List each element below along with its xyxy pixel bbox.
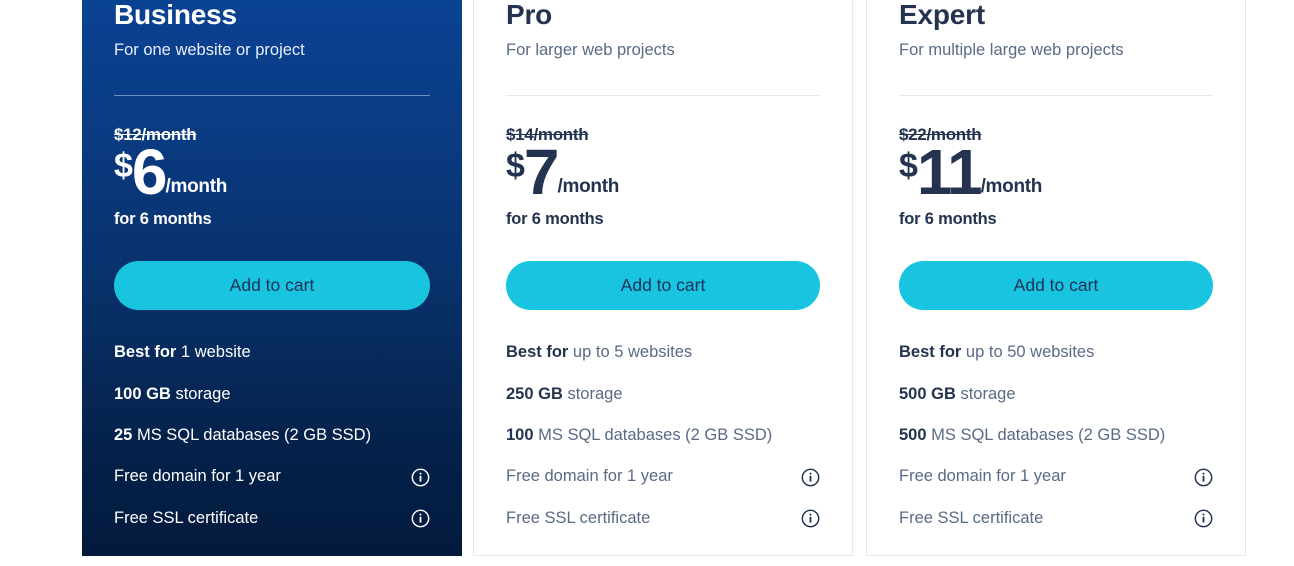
info-circle-icon[interactable] <box>411 468 430 487</box>
price-block: $22/month $ 11 /month for 6 months <box>899 126 1213 229</box>
feature-description: 1 website <box>176 343 251 362</box>
feature-item: Free domain for 1 year <box>114 456 430 497</box>
feature-highlight: Best for <box>114 343 177 362</box>
plan-subtitle: For larger web projects <box>506 40 675 59</box>
feature-item: Free SSL certificate <box>899 498 1213 539</box>
price-current: $ 11 /month <box>899 136 1213 209</box>
price-period: /month <box>165 176 228 198</box>
info-circle-icon[interactable] <box>411 509 430 528</box>
feature-list: Best for 1 website 100 GB storage 25 MS SQ… <box>114 332 430 539</box>
feature-highlight: Best for <box>506 343 569 362</box>
price-currency: $ <box>114 147 133 186</box>
feature-description: up to 5 websites <box>568 343 693 362</box>
info-circle-icon[interactable] <box>801 468 820 487</box>
price-term: for 6 months <box>899 210 997 229</box>
feature-item: Free domain for 1 year <box>899 456 1213 497</box>
price-current: $ 7 /month <box>506 136 820 209</box>
feature-item: Best for up to 5 websites <box>506 332 820 373</box>
feature-highlight: 100 GB <box>114 384 171 403</box>
card-divider <box>899 95 1213 97</box>
price-amount: 11 <box>916 136 983 209</box>
feature-label: 25 MS SQL databases (2 GB SSD) <box>114 425 371 446</box>
feature-description: Free domain for 1 year <box>506 467 673 486</box>
feature-description: MS SQL databases (2 GB SSD) <box>926 425 1166 444</box>
feature-description: Free domain for 1 year <box>114 467 281 486</box>
info-circle-icon[interactable] <box>1194 468 1213 487</box>
feature-description: storage <box>170 384 231 403</box>
feature-description: storage <box>562 384 623 403</box>
feature-label: Free SSL certificate <box>114 508 258 529</box>
card-divider <box>506 95 820 97</box>
feature-highlight: 250 GB <box>506 384 563 403</box>
price-block: $12/month $ 6 /month for 6 months <box>114 126 430 229</box>
plan-title: Expert <box>899 0 985 30</box>
add-to-cart-button[interactable]: Add to cart <box>506 261 820 311</box>
feature-highlight: Best for <box>899 343 962 362</box>
feature-label: Best for 1 website <box>114 342 251 363</box>
feature-description: storage <box>955 384 1016 403</box>
feature-item: Free SSL certificate <box>114 498 430 539</box>
feature-description: Free SSL certificate <box>114 508 259 527</box>
feature-item: 500 MS SQL databases (2 GB SSD) <box>899 415 1213 456</box>
add-to-cart-button[interactable]: Add to cart <box>899 261 1213 311</box>
pricing-plans-section: Business For one website or project $12/… <box>0 0 1294 566</box>
feature-highlight: 100 <box>506 425 534 444</box>
plan-title: Business <box>114 0 237 30</box>
feature-label: 250 GB storage <box>506 384 623 405</box>
feature-description: MS SQL databases (2 GB SSD) <box>533 425 773 444</box>
plan-subtitle: For one website or project <box>114 40 305 59</box>
card-divider <box>114 95 430 97</box>
feature-item: 100 GB storage <box>114 374 430 415</box>
pricing-card-pro: Pro For larger web projects $14/month $ … <box>473 0 853 556</box>
feature-item: Free SSL certificate <box>506 498 820 539</box>
add-to-cart-button[interactable]: Add to cart <box>114 261 430 311</box>
feature-item: 250 GB storage <box>506 374 820 415</box>
plan-title: Pro <box>506 0 553 30</box>
feature-label: 100 MS SQL databases (2 GB SSD) <box>506 425 772 446</box>
feature-list: Best for up to 5 websites 250 GB storage 1… <box>506 332 820 539</box>
feature-description: Free SSL certificate <box>899 508 1044 527</box>
feature-item: 25 MS SQL databases (2 GB SSD) <box>114 415 430 456</box>
info-circle-icon[interactable] <box>1194 509 1213 528</box>
feature-item: Best for 1 website <box>114 332 430 373</box>
feature-description: MS SQL databases (2 GB SSD) <box>132 425 372 444</box>
price-current: $ 6 /month <box>114 136 430 209</box>
pricing-card-expert: Expert For multiple large web projects $… <box>866 0 1246 556</box>
feature-item: 500 GB storage <box>899 374 1213 415</box>
plan-subtitle: For multiple large web projects <box>899 40 1124 59</box>
price-amount: 7 <box>523 136 560 209</box>
price-currency: $ <box>899 147 918 186</box>
price-term: for 6 months <box>114 210 212 229</box>
price-period: /month <box>557 176 620 198</box>
feature-description: Free domain for 1 year <box>899 467 1066 486</box>
feature-label: Free domain for 1 year <box>114 466 281 487</box>
feature-label: Free domain for 1 year <box>899 466 1066 487</box>
price-term: for 6 months <box>506 210 604 229</box>
pricing-card-business: Business For one website or project $12/… <box>82 0 462 556</box>
feature-label: 100 GB storage <box>114 384 231 405</box>
feature-label: 500 GB storage <box>899 384 1016 405</box>
feature-description: Free SSL certificate <box>506 508 651 527</box>
price-period: /month <box>980 176 1043 198</box>
feature-label: Free SSL certificate <box>506 508 650 529</box>
feature-item: Best for up to 50 websites <box>899 332 1213 373</box>
feature-label: Best for up to 50 websites <box>899 342 1094 363</box>
feature-item: Free domain for 1 year <box>506 456 820 497</box>
feature-label: 500 MS SQL databases (2 GB SSD) <box>899 425 1165 446</box>
price-block: $14/month $ 7 /month for 6 months <box>506 126 820 229</box>
feature-highlight: 500 <box>899 425 927 444</box>
feature-highlight: 25 <box>114 425 133 444</box>
feature-list: Best for up to 50 websites 500 GB storage… <box>899 332 1213 539</box>
price-currency: $ <box>506 147 525 186</box>
info-circle-icon[interactable] <box>801 509 820 528</box>
feature-description: up to 50 websites <box>961 343 1095 362</box>
feature-label: Free domain for 1 year <box>506 466 673 487</box>
feature-highlight: 500 GB <box>899 384 956 403</box>
feature-item: 100 MS SQL databases (2 GB SSD) <box>506 415 820 456</box>
feature-label: Free SSL certificate <box>899 508 1043 529</box>
price-amount: 6 <box>131 136 168 209</box>
feature-label: Best for up to 5 websites <box>506 342 692 363</box>
